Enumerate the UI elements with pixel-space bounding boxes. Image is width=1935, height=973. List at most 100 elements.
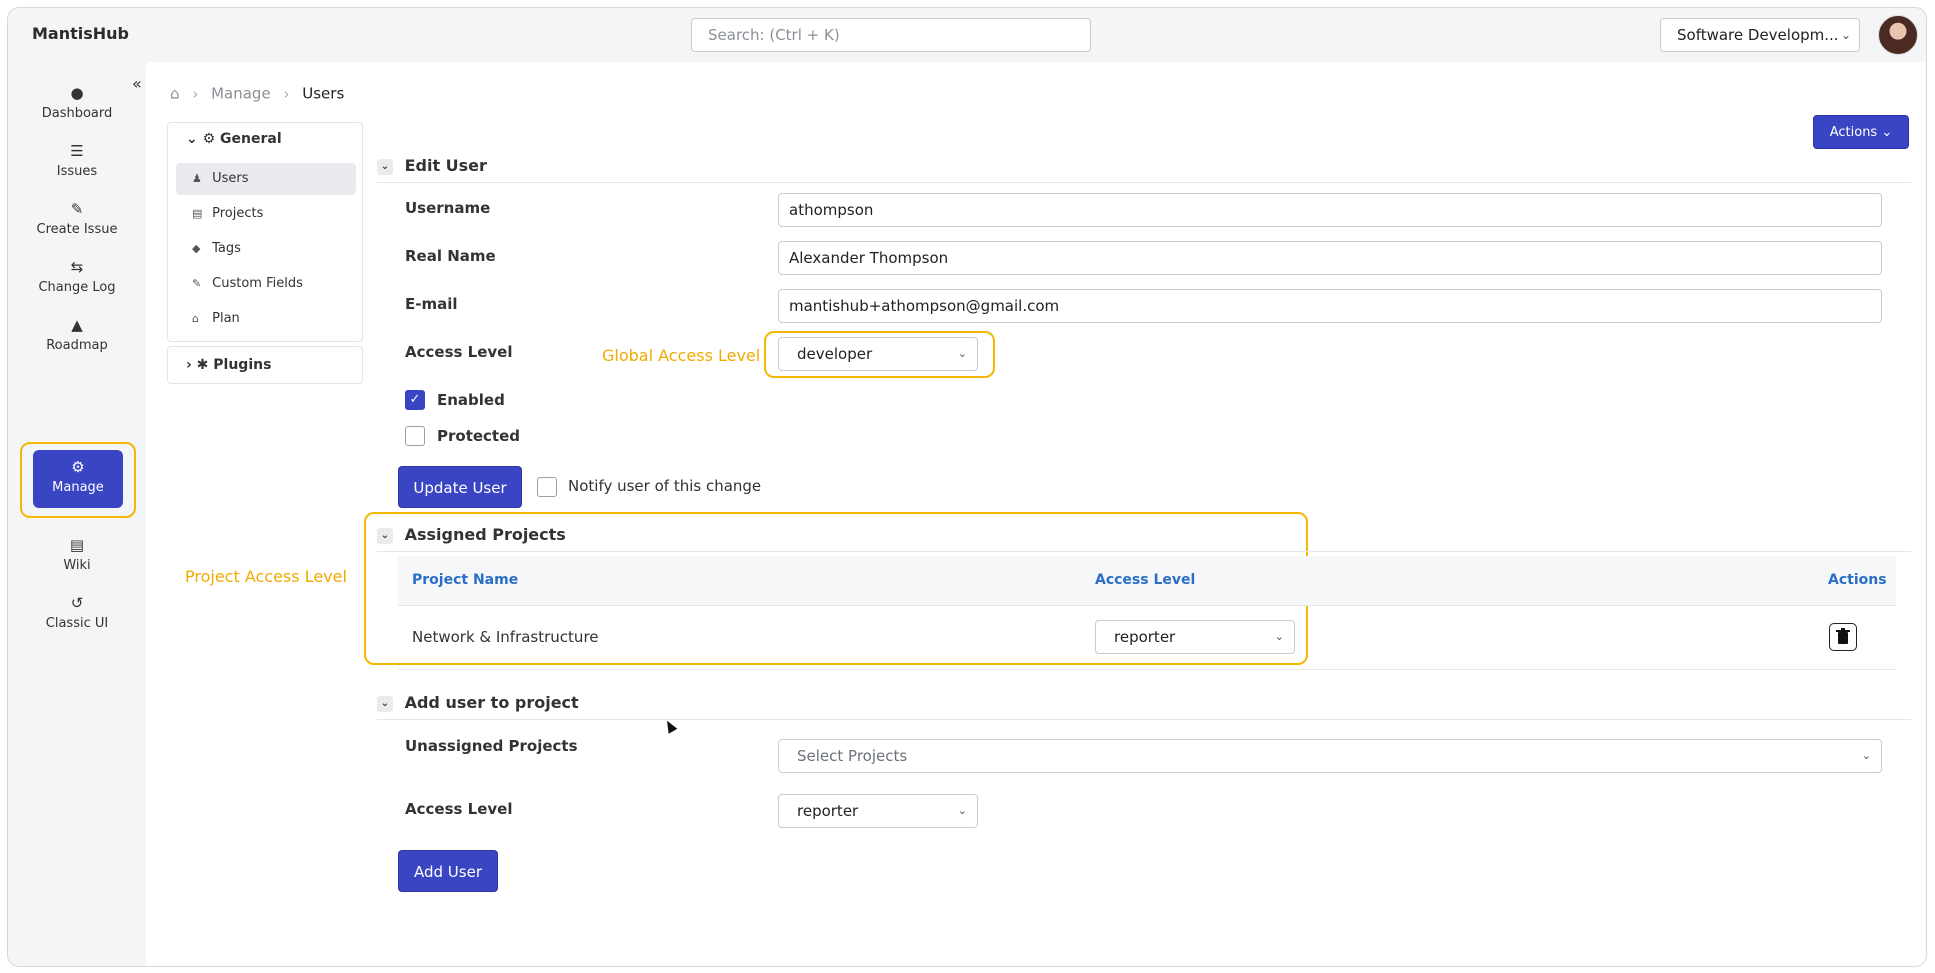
section-title: Add user to project <box>404 693 579 712</box>
file-icon: ▤ <box>69 536 85 554</box>
sidebar-item-roadmap[interactable]: ▲ Roadmap <box>32 308 122 366</box>
menu-group-header: › ✱ Plugins <box>186 357 271 373</box>
edit-icon: ✎ <box>70 200 84 218</box>
breadcrumb-manage[interactable]: Manage <box>211 85 271 103</box>
top-bar: MantisHub Search: (Ctrl + K) Software De… <box>8 8 1926 62</box>
chevron-right-icon: › <box>283 84 290 103</box>
breadcrumb: ⌂ › Manage › Users <box>170 84 344 103</box>
column-access-level[interactable]: Access Level <box>1095 572 1195 588</box>
sidebar-item-wiki[interactable]: ▤ Wiki <box>32 528 122 586</box>
divider <box>377 719 1911 720</box>
sidebar-item-classic-ui[interactable]: ↺ Classic UI <box>32 586 122 644</box>
chevron-down-icon: ⌄ <box>377 527 393 544</box>
sidebar-item-label: Roadmap <box>46 338 108 353</box>
unassigned-projects-select[interactable]: Select Projects ⌄ <box>778 739 1882 773</box>
menu-item-label: Users <box>212 171 249 186</box>
tag-icon: ◆ <box>192 242 201 255</box>
gears-icon: ⚙ <box>71 458 85 476</box>
menu-item-custom-fields[interactable]: ✎ Custom Fields <box>176 268 356 300</box>
breadcrumb-current: Users <box>302 84 345 103</box>
chevron-down-icon: ⌄ <box>377 158 393 175</box>
notify-checkbox[interactable] <box>537 477 557 497</box>
sidebar-item-label: Issues <box>56 164 98 179</box>
project-switcher-value: Software Developm... <box>1677 26 1839 44</box>
table-header: Project Name Access Level Actions <box>398 556 1896 606</box>
add-user-header[interactable]: ⌄ Add user to project <box>377 693 579 712</box>
collapse-sidebar-icon[interactable]: « <box>132 74 142 93</box>
menu-item-label: Plan <box>212 311 240 326</box>
chevron-right-icon: › <box>186 357 192 373</box>
avatar[interactable] <box>1878 15 1918 55</box>
select-value: reporter <box>797 802 859 820</box>
menu-item-users[interactable]: ♟ Users <box>176 163 356 195</box>
manage-menu: ⌄ ⚙ General ♟ Users ▤ Projects ◆ Tags ✎ … <box>167 122 363 342</box>
sidebar-item-dashboard[interactable]: ● Dashboard <box>32 76 122 134</box>
edit-user-header[interactable]: ⌄ Edit User <box>377 156 487 175</box>
protected-checkbox[interactable] <box>405 426 425 446</box>
menu-item-projects[interactable]: ▤ Projects <box>176 198 356 230</box>
email-field[interactable]: mantishub+athompson@gmail.com <box>778 289 1882 323</box>
sidebar-item-label: Create Issue <box>36 222 118 237</box>
menu-item-tags[interactable]: ◆ Tags <box>176 233 356 265</box>
menu-item-label: Tags <box>212 241 241 256</box>
list-icon: ☰ <box>70 142 84 160</box>
sidebar-item-manage[interactable]: ⚙ Manage <box>33 450 123 508</box>
add-access-level-label: Access Level <box>405 800 513 818</box>
menu-group-general[interactable]: ⌄ ⚙ General <box>186 131 282 147</box>
users-icon: ♟ <box>192 172 202 185</box>
realname-field[interactable]: Alexander Thompson <box>778 241 1882 275</box>
sidebar-item-label: Wiki <box>63 558 91 573</box>
pencil-icon: ✎ <box>192 277 202 290</box>
global-access-select[interactable]: developer ⌄ <box>778 337 978 371</box>
email-label: E-mail <box>405 295 458 313</box>
column-project-name[interactable]: Project Name <box>412 572 518 588</box>
sidebar-item-change-log[interactable]: ⇆ Change Log <box>32 250 122 308</box>
select-value: developer <box>797 345 873 363</box>
chevron-down-icon: ⌄ <box>1881 125 1893 140</box>
changelog-icon: ⇆ <box>70 258 84 276</box>
home-icon[interactable]: ⌂ <box>170 85 180 103</box>
divider <box>377 182 1911 183</box>
add-access-level-select[interactable]: reporter ⌄ <box>778 794 978 828</box>
global-access-annotation: Global Access Level <box>602 346 761 365</box>
username-label: Username <box>405 199 491 217</box>
menu-item-label: Projects <box>212 206 264 221</box>
menu-group-plugins[interactable]: › ✱ Plugins <box>167 346 363 384</box>
delete-button[interactable] <box>1829 623 1857 651</box>
project-access-select[interactable]: reporter ⌄ <box>1095 620 1295 654</box>
menu-item-label: Custom Fields <box>212 276 303 291</box>
divider <box>377 551 1911 552</box>
add-user-button[interactable]: Add User <box>398 850 498 892</box>
project-switcher[interactable]: Software Developm... ⌄ <box>1660 18 1860 52</box>
menu-group-label: Plugins <box>213 357 272 373</box>
project-name-cell[interactable]: Network & Infrastructure <box>412 628 599 646</box>
search-input[interactable]: Search: (Ctrl + K) <box>691 18 1091 52</box>
update-user-button[interactable]: Update User <box>398 466 522 508</box>
chevron-down-icon: ⌄ <box>377 695 393 712</box>
protected-label: Protected <box>437 427 521 445</box>
sidebar-item-label: Manage <box>52 480 104 495</box>
enabled-checkbox[interactable]: ✓ <box>405 390 425 410</box>
realname-label: Real Name <box>405 247 496 265</box>
sidebar-item-issues[interactable]: ☰ Issues <box>32 134 122 192</box>
access-level-label: Access Level <box>405 343 513 361</box>
chevron-down-icon: ⌄ <box>957 347 967 360</box>
actions-button-label: Actions <box>1829 125 1878 140</box>
actions-button[interactable]: Actions ⌄ <box>1813 115 1909 149</box>
sidebar-item-create-issue[interactable]: ✎ Create Issue <box>32 192 122 250</box>
brand-logo[interactable]: MantisHub <box>32 24 129 43</box>
menu-group-label: General <box>220 131 282 147</box>
sidebar-item-label: Change Log <box>38 280 116 295</box>
assigned-projects-header[interactable]: ⌄ Assigned Projects <box>377 525 566 544</box>
chevron-down-icon: ⌄ <box>186 131 198 147</box>
select-placeholder: Select Projects <box>797 747 908 765</box>
sidebar: ● Dashboard ☰ Issues ✎ Create Issue ⇆ Ch… <box>8 62 146 966</box>
chevron-down-icon: ⌄ <box>1861 749 1871 762</box>
section-title: Assigned Projects <box>404 525 566 544</box>
project-access-annotation: Project Access Level <box>185 567 347 586</box>
gear-icon: ⚙ <box>202 131 216 147</box>
menu-item-plan[interactable]: ⌂ Plan <box>176 303 356 335</box>
bank-icon: ⌂ <box>192 312 199 325</box>
table-icon: ▤ <box>192 207 203 220</box>
username-field[interactable]: athompson <box>778 193 1882 227</box>
